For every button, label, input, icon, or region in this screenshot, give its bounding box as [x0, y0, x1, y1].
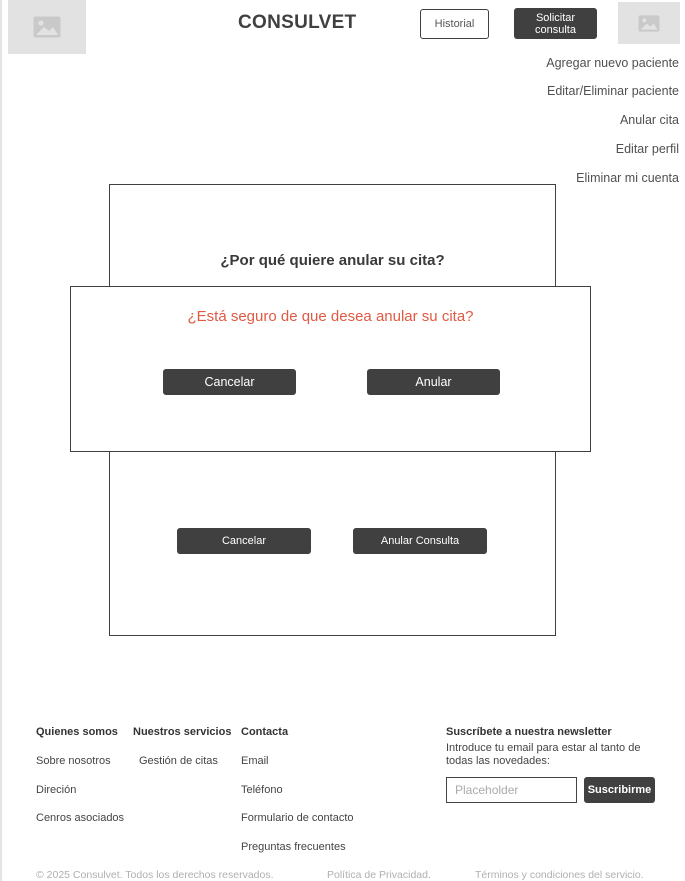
modal-question: ¿Está seguro de que desea anular su cita…	[187, 308, 474, 325]
footer-heading-quienes-somos: Quienes somos	[36, 726, 118, 738]
subscribe-button[interactable]: Suscribirme	[584, 777, 655, 803]
footer-link-direccion[interactable]: Direción	[36, 784, 76, 796]
menu-item-agregar-paciente[interactable]: Agregar nuevo paciente	[546, 56, 679, 70]
newsletter-email-input[interactable]	[446, 777, 577, 803]
footer-link-formulario[interactable]: Formulario de contacto	[241, 812, 354, 824]
brand-title: CONSULVET	[238, 12, 357, 33]
menu-item-editar-perfil[interactable]: Editar perfil	[616, 142, 679, 156]
historial-button[interactable]: Historial	[420, 9, 489, 39]
image-placeholder-icon	[638, 14, 660, 32]
modal-anular-button[interactable]: Anular	[367, 369, 500, 395]
solicitar-consulta-button[interactable]: Solicitar consulta	[514, 8, 597, 39]
footer-link-gestion-citas[interactable]: Gestión de citas	[139, 755, 218, 767]
menu-item-eliminar-cuenta[interactable]: Eliminar mi cuenta	[576, 171, 679, 185]
panel-title: ¿Por qué quiere anular su cita?	[220, 252, 445, 269]
footer-heading-servicios: Nuestros servicios	[133, 726, 232, 738]
logo-image-placeholder[interactable]	[8, 0, 86, 54]
footer-heading-contacta: Contacta	[241, 726, 289, 738]
footer-link-email[interactable]: Email	[241, 755, 269, 767]
modal-cancel-button[interactable]: Cancelar	[163, 369, 296, 395]
panel-cancel-button[interactable]: Cancelar	[177, 528, 311, 554]
newsletter-description: Introduce tu email para estar al tanto d…	[446, 742, 641, 767]
avatar-image-placeholder[interactable]	[618, 2, 680, 44]
copyright-text: © 2025 Consulvet. Todos los derechos res…	[36, 869, 274, 881]
footer-link-telefono[interactable]: Teléfono	[241, 784, 283, 796]
page-left-border	[0, 0, 2, 881]
privacy-policy-link[interactable]: Política de Privacidad.	[327, 869, 431, 881]
anular-consulta-button[interactable]: Anular Consulta	[353, 528, 487, 554]
footer-link-sobre-nosotros[interactable]: Sobre nosotros	[36, 755, 111, 767]
image-placeholder-icon	[33, 16, 61, 38]
confirm-cancel-modal: ¿Está seguro de que desea anular su cita…	[70, 286, 591, 452]
footer-link-centros-asociados[interactable]: Cenros asociados	[36, 812, 124, 824]
menu-item-editar-paciente[interactable]: Editar/Eliminar paciente	[547, 84, 679, 98]
footer-link-faq[interactable]: Preguntas frecuentes	[241, 841, 346, 853]
newsletter-heading: Suscríbete a nuestra newsletter	[446, 726, 612, 738]
terms-link[interactable]: Términos y condiciones del servicio.	[475, 869, 644, 881]
menu-item-anular-cita[interactable]: Anular cita	[620, 113, 679, 127]
